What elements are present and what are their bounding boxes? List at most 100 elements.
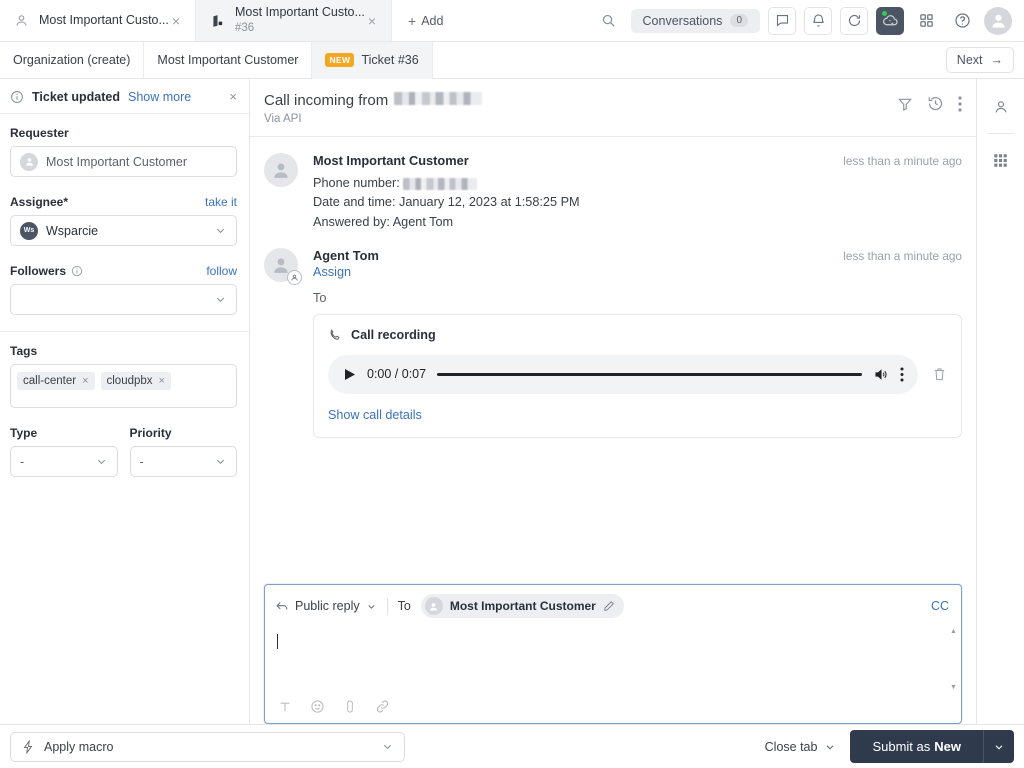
close-tab-label: Close tab bbox=[764, 739, 818, 754]
answered-by-line: Answered by: Agent Tom bbox=[313, 214, 454, 229]
notice-title: Ticket updated bbox=[32, 89, 120, 104]
breadcrumb-label: Organization (create) bbox=[13, 53, 131, 67]
message-meta: Agent Tom less than a minute ago bbox=[313, 248, 962, 263]
assignee-label: Assignee* take it bbox=[10, 195, 237, 209]
recipient-chip[interactable]: Most Important Customer bbox=[420, 594, 624, 618]
reply-type-selector[interactable]: Public reply bbox=[275, 599, 377, 613]
ticket-sidebar: Ticket updated Show more × Requester Mos… bbox=[0, 79, 250, 724]
pencil-icon[interactable] bbox=[603, 600, 615, 612]
tab-customer[interactable]: Most Important Custo... × bbox=[0, 0, 196, 41]
call-recording-card: Call recording 0:00 / 0:07 Show call det… bbox=[313, 313, 962, 438]
add-tab-label: Add bbox=[421, 13, 444, 28]
trash-icon[interactable] bbox=[928, 366, 947, 382]
cloud-phone-icon[interactable] bbox=[876, 6, 904, 35]
apply-macro-select[interactable]: Apply macro bbox=[10, 731, 405, 762]
ticket-header-text: Call incoming from Via API bbox=[264, 92, 483, 125]
apps-grid-icon[interactable] bbox=[912, 6, 940, 35]
breadcrumb-item-customer[interactable]: Most Important Customer bbox=[144, 41, 313, 79]
scroll-down-arrow-icon[interactable]: ▼ bbox=[950, 684, 957, 691]
datetime-line: Date and time: January 12, 2023 at 1:58:… bbox=[313, 195, 580, 210]
breadcrumb-label: Ticket #36 bbox=[361, 53, 419, 67]
editor-scrollbar[interactable]: ▲ ▼ bbox=[949, 628, 958, 691]
chevron-down-icon bbox=[381, 740, 394, 753]
submit-options-button[interactable] bbox=[983, 730, 1014, 763]
tab-ticket-36[interactable]: Most Important Custo... #36 × bbox=[196, 0, 392, 41]
requester-field[interactable]: Most Important Customer bbox=[10, 146, 237, 177]
refresh-icon[interactable] bbox=[840, 6, 868, 35]
plus-icon: + bbox=[408, 12, 417, 29]
volume-icon[interactable] bbox=[873, 367, 889, 382]
divider bbox=[386, 597, 388, 615]
add-tab-button[interactable]: + Add bbox=[392, 0, 461, 41]
priority-select[interactable]: - bbox=[129, 446, 237, 477]
show-call-details-link[interactable]: Show call details bbox=[328, 408, 422, 422]
conversations-button[interactable]: Conversations 0 bbox=[630, 8, 760, 33]
agent-badge-icon bbox=[287, 269, 302, 285]
type-value: - bbox=[20, 454, 25, 469]
tags-input[interactable]: call-center × cloudpbx × bbox=[10, 364, 237, 408]
type-priority-section: Type - Priority - bbox=[0, 414, 249, 483]
ticket-updated-notice: Ticket updated Show more × bbox=[0, 79, 249, 114]
assignee-select[interactable]: Ws Wsparcie bbox=[10, 215, 237, 246]
bell-icon[interactable] bbox=[804, 6, 832, 35]
top-tab-bar: Most Important Custo... × Most Important… bbox=[0, 0, 1024, 42]
assign-link[interactable]: Assign bbox=[313, 265, 351, 279]
close-icon[interactable]: × bbox=[159, 375, 165, 387]
cc-link[interactable]: CC bbox=[931, 599, 949, 613]
scroll-up-arrow-icon[interactable]: ▲ bbox=[950, 628, 957, 635]
apps-grid-icon[interactable] bbox=[987, 146, 1015, 174]
breadcrumb-item-ticket[interactable]: NEW Ticket #36 bbox=[312, 41, 433, 79]
bottom-right-actions: Close tab Submit as New bbox=[765, 730, 1014, 763]
call-recording-header: Call recording bbox=[328, 328, 947, 343]
tab-close-icon[interactable]: × bbox=[367, 12, 377, 30]
message-agent: Agent Tom less than a minute ago Assign … bbox=[264, 232, 962, 438]
follow-link[interactable]: follow bbox=[206, 264, 237, 278]
help-icon[interactable] bbox=[948, 6, 976, 35]
tag-label: cloudpbx bbox=[106, 375, 153, 387]
reply-type-label: Public reply bbox=[295, 599, 360, 613]
followers-select[interactable] bbox=[10, 284, 237, 315]
priority-group: Priority - bbox=[129, 426, 238, 477]
chat-icon[interactable] bbox=[768, 6, 796, 35]
audio-player[interactable]: 0:00 / 0:07 bbox=[328, 354, 918, 394]
conversations-label: Conversations bbox=[642, 13, 723, 28]
close-tab-button[interactable]: Close tab bbox=[765, 740, 837, 754]
attachment-icon[interactable] bbox=[343, 699, 357, 714]
text-format-icon[interactable] bbox=[278, 700, 292, 714]
avatar[interactable] bbox=[984, 6, 1012, 35]
take-it-link[interactable]: take it bbox=[205, 195, 237, 209]
show-more-link[interactable]: Show more bbox=[128, 90, 191, 104]
search-icon[interactable] bbox=[594, 6, 623, 35]
more-vertical-icon[interactable] bbox=[958, 95, 962, 112]
history-icon[interactable] bbox=[927, 95, 944, 112]
close-icon[interactable]: × bbox=[82, 375, 88, 387]
type-label: Type bbox=[10, 426, 118, 440]
more-vertical-icon[interactable] bbox=[900, 367, 904, 382]
chevron-down-icon bbox=[824, 741, 836, 753]
play-icon[interactable] bbox=[344, 368, 356, 381]
filter-icon[interactable] bbox=[897, 96, 913, 112]
link-icon[interactable] bbox=[375, 699, 390, 714]
next-button[interactable]: Next → bbox=[945, 47, 1014, 73]
phone-number-line: Phone number: bbox=[313, 176, 400, 190]
emoji-icon[interactable] bbox=[310, 699, 325, 714]
reply-editor[interactable]: ▲ ▼ bbox=[265, 626, 961, 693]
priority-label: Priority bbox=[130, 426, 238, 440]
tag-chip[interactable]: cloudpbx × bbox=[100, 372, 171, 390]
breadcrumb-item-organization[interactable]: Organization (create) bbox=[0, 41, 145, 79]
customer-profile-icon[interactable] bbox=[987, 93, 1015, 121]
divider bbox=[987, 133, 1014, 134]
type-select[interactable]: - bbox=[10, 446, 118, 477]
to-label: To bbox=[397, 599, 411, 613]
audio-progress-slider[interactable] bbox=[437, 372, 862, 376]
tag-chip[interactable]: call-center × bbox=[17, 372, 95, 390]
close-icon[interactable]: × bbox=[229, 89, 237, 104]
tab-close-icon[interactable]: × bbox=[171, 12, 181, 30]
arrow-right-icon: → bbox=[990, 53, 1004, 67]
submit-button[interactable]: Submit as New bbox=[850, 730, 983, 763]
avatar: Ws bbox=[20, 221, 38, 240]
followers-label: Followers follow bbox=[10, 264, 237, 278]
message-body: Agent Tom less than a minute ago Assign … bbox=[313, 248, 962, 438]
message-customer: Most Important Customer less than a minu… bbox=[264, 137, 962, 232]
message-timestamp: less than a minute ago bbox=[843, 154, 962, 168]
